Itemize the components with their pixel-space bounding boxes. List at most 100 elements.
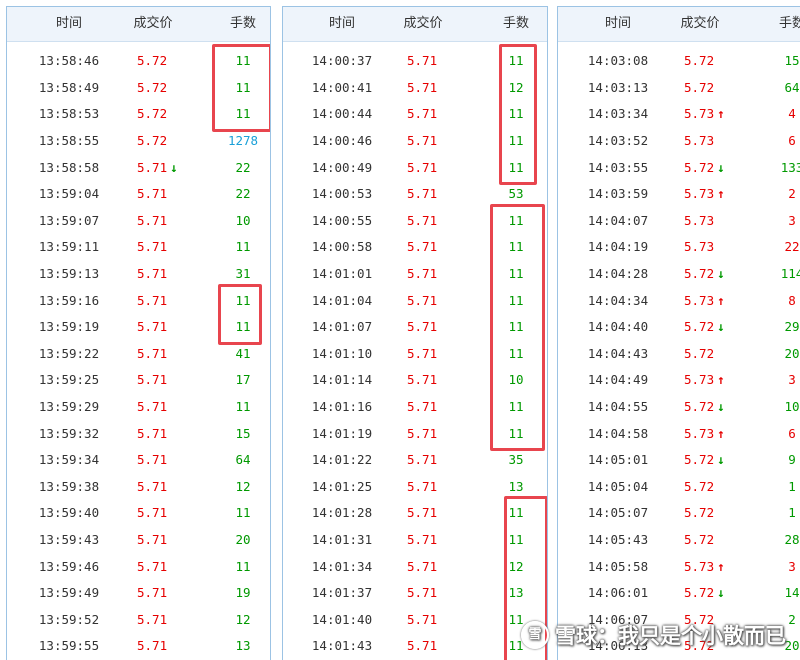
trade-price: 5.71	[137, 181, 167, 208]
table-row: 13:59:52 5.71 12	[7, 607, 270, 634]
trade-price-value: 5.72	[684, 505, 715, 521]
trade-volume: 20	[235, 532, 251, 547]
trade-time: 14:05:01	[587, 452, 649, 468]
trade-volume: 2	[788, 611, 796, 627]
table-row: 14:05:04 5.72 1	[558, 474, 800, 501]
trade-price-value: 5.73	[684, 558, 715, 574]
trade-price-value: 5.71	[137, 425, 168, 441]
trade-time: 14:00:46	[311, 133, 373, 148]
trade-volume: 11	[508, 345, 524, 361]
trade-price: 5.71	[407, 128, 437, 155]
trade-price: 5.73 ↑	[684, 367, 725, 394]
trade-volume: 14	[784, 585, 800, 601]
trade-price: 5.71	[407, 75, 437, 102]
arrow-down-icon: ↓	[717, 585, 725, 601]
trade-time: 13:59:07	[38, 212, 100, 228]
trade-price: 5.72	[684, 75, 714, 102]
trade-price-value: 5.72	[684, 452, 715, 468]
trade-volume: 6	[788, 133, 796, 148]
trade-price-value: 5.71	[137, 452, 168, 468]
trade-price: 5.71	[137, 421, 167, 448]
trade-volume: 6	[788, 425, 796, 441]
trade-time: 13:59:52	[38, 611, 100, 627]
trade-price: 5.72 ↓	[684, 580, 725, 607]
trade-price: 5.71	[407, 261, 437, 288]
table-row: 14:00:53 5.71 53	[283, 181, 547, 208]
table-row: 14:01:37 5.71 13	[283, 580, 547, 607]
trade-price: 5.71	[407, 500, 437, 527]
trade-time: 13:58:46	[38, 53, 100, 69]
trade-volume: 11	[235, 505, 251, 521]
arrow-up-icon: ↑	[717, 292, 725, 308]
trade-volume: 64	[784, 79, 800, 95]
trade-price-value: 5.71	[137, 292, 168, 308]
trade-volume: 4	[788, 106, 796, 122]
trade-volume: 19	[235, 585, 251, 601]
trade-volume: 11	[508, 239, 524, 255]
arrow-down-icon: ↓	[717, 399, 725, 414]
trade-price-value: 5.71	[407, 133, 438, 148]
trade-price: 5.71	[407, 421, 437, 448]
table-row: 14:01:14 5.71 10	[283, 367, 547, 394]
trade-volume: 13	[508, 585, 524, 601]
trade-price-value: 5.72	[137, 133, 168, 148]
table-row: 14:04:55 5.72 ↓ 10	[558, 394, 800, 421]
trade-price: 5.72	[684, 527, 714, 554]
trade-price-value: 5.71	[137, 266, 168, 281]
trade-price: 5.72	[684, 48, 714, 75]
table-row: 14:05:01 5.72 ↓ 9	[558, 447, 800, 474]
table-row: 13:59:55 5.71 13	[7, 633, 270, 660]
trade-price-value: 5.71	[407, 452, 438, 468]
table-row: 14:00:49 5.71 11	[283, 155, 547, 182]
table-row: 13:59:11 5.71 11	[7, 234, 270, 261]
trade-time: 13:59:49	[38, 585, 100, 601]
trade-volume: 3	[788, 372, 796, 388]
trade-time: 14:05:07	[587, 505, 649, 521]
table-row: 14:05:07 5.72 1	[558, 500, 800, 527]
trade-panel-2: 时间 成交价 手数 14:00:37 5.71 11 14:00:41 5.71 12 14:00…	[282, 6, 548, 660]
trade-panel-1: 时间 成交价 手数 13:58:46 5.72 11 13:58:49 5.72 11 13:58…	[6, 6, 271, 660]
table-row: 13:59:22 5.71 41	[7, 341, 270, 368]
trade-volume: 20	[784, 638, 800, 654]
trade-price-value: 5.71	[137, 372, 168, 388]
header-time: 时间	[604, 16, 632, 31]
trade-price: 5.71	[137, 234, 167, 261]
table-row: 14:04:40 5.72 ↓ 29	[558, 314, 800, 341]
trade-volume: 11	[235, 558, 251, 574]
table-row: 13:58:55 5.72 1278	[7, 128, 270, 155]
trade-volume: 10	[235, 212, 251, 228]
trade-price-value: 5.71	[407, 53, 438, 69]
trade-price-value: 5.71	[407, 638, 438, 654]
trade-price-value: 5.71	[407, 345, 438, 361]
table-row: 14:04:28 5.72↓ 114	[558, 261, 800, 288]
trade-volume: 11	[508, 133, 524, 148]
trade-price-value: 5.71	[407, 266, 438, 281]
header-time: 时间	[55, 16, 83, 31]
trade-price-value: 5.71	[407, 319, 438, 335]
trade-time: 13:59:16	[38, 292, 100, 308]
table-row: 13:59:19 5.71 11	[7, 314, 270, 341]
trade-price: 5.72	[137, 75, 167, 102]
trade-price: 5.73 ↑	[684, 101, 725, 128]
trade-volume: 11	[508, 532, 524, 547]
trade-price-value: 5.72	[684, 79, 715, 95]
trade-price: 5.73 ↑	[684, 554, 725, 581]
trade-price: 5.71	[407, 447, 437, 474]
trade-time: 14:00:44	[311, 106, 373, 122]
trade-time: 14:01:16	[311, 399, 373, 414]
trade-volume: 31	[235, 266, 251, 281]
trade-price-value: 5.71	[407, 239, 438, 255]
trade-volume: 22	[235, 159, 251, 175]
trade-price: 5.71	[137, 500, 167, 527]
trade-price-value: 5.71	[137, 505, 168, 521]
trade-price-value: 5.71	[407, 186, 438, 202]
trade-price: 5.73 ↑	[684, 288, 725, 315]
table-row: 14:03:34 5.73 ↑ 4	[558, 101, 800, 128]
trade-price-value: 5.73	[684, 292, 715, 308]
trade-price-value: 5.73	[684, 212, 715, 228]
trade-price-value: 5.71	[137, 558, 168, 574]
trade-price: 5.73 ↑	[684, 181, 725, 208]
trade-volume: 11	[508, 266, 524, 281]
trade-volume: 10	[784, 399, 800, 414]
trade-price: 5.72	[137, 128, 167, 155]
